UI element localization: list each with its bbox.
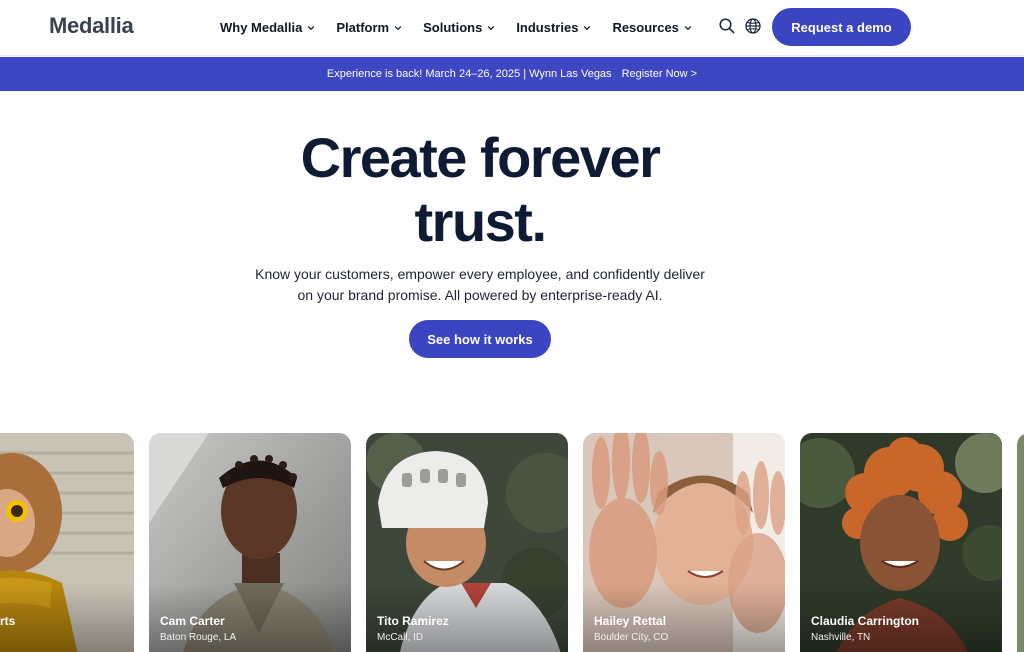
announcement-banner: Experience is back! March 24–26, 2025 | …: [0, 57, 1024, 91]
photo-overlay: [0, 583, 134, 652]
nav-why-medallia[interactable]: Why Medallia: [220, 17, 315, 37]
card-name: Claudia Carrington: [811, 614, 920, 628]
testimonial-carousel: rts Cam Carter Baton Rouge, LA Tito Rami…: [0, 433, 1024, 652]
hero-subtitle-line-1: Know your customers, empower every emplo…: [255, 266, 705, 282]
card-location: Nashville, TN: [811, 632, 871, 643]
testimonial-card[interactable]: Claudia Carrington Nashville, TN: [800, 433, 1002, 652]
site-header: Medallia Why Medallia Platform Solutions…: [0, 0, 1024, 56]
hero-title: Create forever trust.: [200, 126, 760, 254]
see-how-it-works-button[interactable]: See how it works: [409, 320, 551, 358]
chevron-down-icon: [684, 24, 692, 32]
medallia-logo[interactable]: Medallia: [49, 12, 134, 40]
register-now-link[interactable]: Register Now >: [622, 68, 698, 80]
nav-industries[interactable]: Industries: [516, 17, 591, 37]
card-location: McCall, ID: [377, 632, 424, 643]
testimonial-card[interactable]: Hailey Rettal Boulder City, CO: [583, 433, 785, 652]
card-name: Cam Carter: [160, 614, 225, 628]
nav-solutions[interactable]: Solutions: [423, 17, 495, 37]
nav-label: Industries: [516, 19, 579, 35]
nav-label: Why Medallia: [220, 19, 303, 35]
hero-subtitle: Know your customers, empower every emplo…: [220, 264, 740, 306]
chevron-down-icon: [583, 24, 591, 32]
testimonial-card[interactable]: [1017, 433, 1024, 652]
hero-title-line-1: Create forever: [300, 126, 661, 189]
hero-subtitle-line-2: on your brand promise. All powered by en…: [297, 287, 663, 303]
nav-platform[interactable]: Platform: [336, 17, 402, 37]
card-name: Hailey Rettal: [594, 614, 667, 628]
banner-text: Experience is back! March 24–26, 2025 | …: [326, 68, 612, 80]
chevron-down-icon: [487, 24, 495, 32]
nav-label: Resources: [612, 19, 679, 35]
testimonial-card[interactable]: Cam Carter Baton Rouge, LA: [149, 433, 351, 652]
testimonial-card[interactable]: Tito Ramirez McCall, ID: [366, 433, 568, 652]
nav-label: Platform: [336, 19, 390, 35]
card-name: Tito Ramirez: [377, 614, 449, 628]
testimonial-card[interactable]: rts: [0, 433, 134, 652]
nav-resources[interactable]: Resources: [612, 17, 692, 37]
chevron-down-icon: [307, 24, 315, 32]
main-nav: Why Medallia Platform Solutions Industri…: [220, 17, 713, 37]
request-demo-button[interactable]: Request a demo: [772, 8, 911, 46]
card-name: rts: [0, 614, 16, 628]
card-location: Baton Rouge, LA: [160, 632, 237, 643]
chevron-down-icon: [394, 24, 402, 32]
search-icon[interactable]: [718, 17, 736, 35]
globe-icon[interactable]: [744, 17, 762, 35]
nav-label: Solutions: [423, 19, 483, 35]
card-location: Boulder City, CO: [594, 632, 669, 643]
hero-title-line-2: trust.: [414, 190, 548, 253]
